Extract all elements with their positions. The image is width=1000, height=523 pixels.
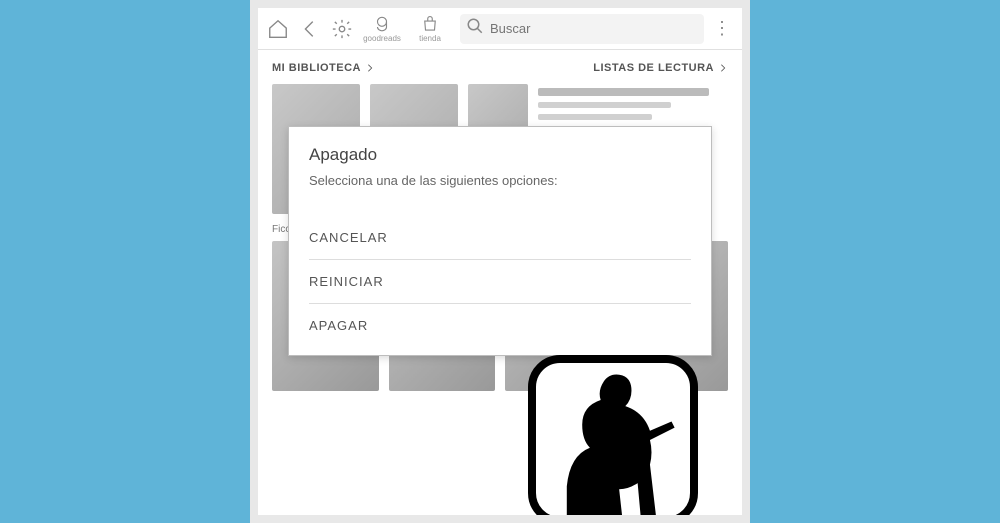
reading-lists-link[interactable]: LISTAS DE LECTURA <box>593 62 728 74</box>
toolbar: goodreads tienda ⋮ <box>258 8 742 50</box>
dialog-title: Apagado <box>309 145 691 165</box>
power-dialog: Apagado Selecciona una de las siguientes… <box>288 126 712 356</box>
shutdown-button[interactable]: APAGAR <box>309 304 691 347</box>
my-library-link[interactable]: MI BIBLIOTECA <box>272 62 375 74</box>
chevron-right-icon <box>718 63 728 73</box>
restart-button[interactable]: REINICIAR <box>309 260 691 304</box>
goodreads-label: goodreads <box>363 34 401 43</box>
search-icon <box>466 17 484 40</box>
reading-lists-label: LISTAS DE LECTURA <box>593 62 714 74</box>
settings-icon[interactable] <box>328 15 356 43</box>
cancel-button[interactable]: CANCELAR <box>309 216 691 260</box>
section-headers: MI BIBLIOTECA LISTAS DE LECTURA <box>258 50 742 80</box>
text-line <box>538 88 709 96</box>
chevron-right-icon <box>365 63 375 73</box>
store-label: tienda <box>419 34 441 43</box>
screen: goodreads tienda ⋮ MI BIBLIOTECA LISTAS … <box>258 8 742 515</box>
text-line <box>538 102 671 108</box>
search-input[interactable] <box>490 21 698 36</box>
goodreads-button[interactable]: goodreads <box>360 15 404 43</box>
store-button[interactable]: tienda <box>408 15 452 43</box>
home-icon[interactable] <box>264 15 292 43</box>
device-frame: goodreads tienda ⋮ MI BIBLIOTECA LISTAS … <box>250 0 750 523</box>
dialog-subtitle: Selecciona una de las siguientes opcione… <box>309 173 691 188</box>
my-library-label: MI BIBLIOTECA <box>272 62 361 74</box>
text-line <box>538 114 652 120</box>
back-icon[interactable] <box>296 15 324 43</box>
kindle-logo-icon <box>528 355 698 515</box>
overflow-menu-icon[interactable]: ⋮ <box>708 18 736 39</box>
search-box[interactable] <box>460 14 704 44</box>
